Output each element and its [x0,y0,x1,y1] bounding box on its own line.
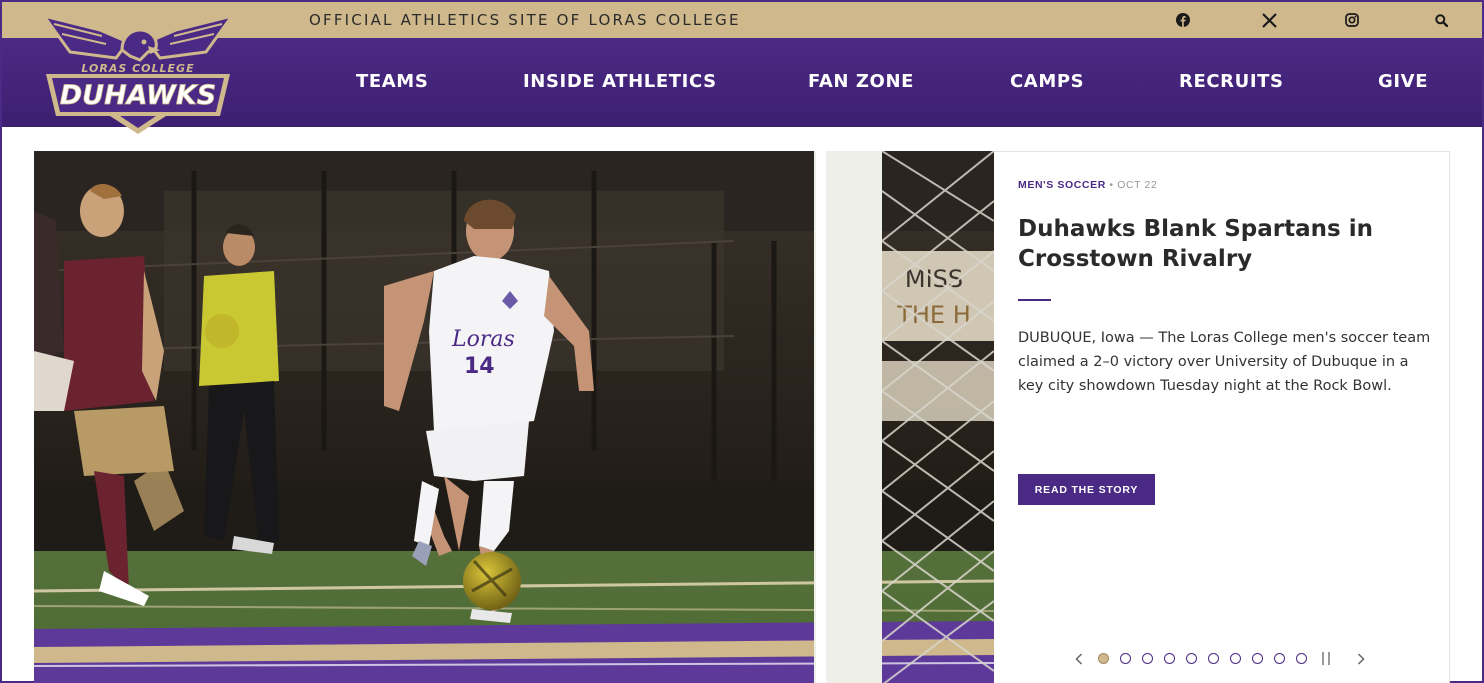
pause-icon[interactable] [1320,652,1332,665]
story-headline[interactable]: Duhawks Blank Spartans in Crosstown Riva… [1018,214,1428,274]
carousel-controls [1072,650,1382,668]
nav-item-inside-athletics[interactable]: INSIDE ATHLETICS [523,71,717,92]
site-tagline: OFFICIAL ATHLETICS SITE OF LORAS COLLEGE [309,11,741,29]
svg-text:THE H: THE H [896,301,971,329]
carousel-dot-1[interactable] [1098,653,1109,664]
instagram-icon[interactable] [1343,11,1361,29]
carousel-dot-6[interactable] [1208,653,1219,664]
facebook-icon[interactable] [1174,11,1192,29]
carousel-dot-9[interactable] [1274,653,1285,664]
search-icon[interactable] [1432,11,1450,29]
carousel-dot-5[interactable] [1186,653,1197,664]
hero-photo[interactable]: MISS THE H Loras 14 [34,151,994,683]
logo-line1: LORAS COLLEGE [81,62,194,75]
story-sport[interactable]: MEN'S SOCCER [1018,179,1106,191]
duhawks-logo[interactable]: LORAS COLLEGE DUHAWKS [40,12,236,136]
logo-line2: DUHAWKS [60,80,217,111]
next-slide-icon[interactable] [1354,650,1368,668]
x-icon[interactable] [1260,11,1278,29]
nav-item-fan-zone[interactable]: FAN ZONE [808,71,914,92]
jersey-number: 14 [464,354,495,379]
carousel-dot-3[interactable] [1142,653,1153,664]
headline-divider [1018,299,1051,301]
carousel-dot-4[interactable] [1164,653,1175,664]
story-summary: DUBUQUE, Iowa — The Loras College men's … [1018,330,1431,394]
carousel-dot-8[interactable] [1252,653,1263,664]
nav-item-give[interactable]: GIVE [1378,71,1428,92]
read-story-button[interactable]: READ THE STORY [1018,474,1155,505]
carousel-dot-2[interactable] [1120,653,1131,664]
jersey-text: Loras [451,327,515,352]
story-meta: MEN'S SOCCER • OCT 22 [1018,179,1157,191]
story-date: OCT 22 [1117,179,1158,191]
carousel-dot-7[interactable] [1230,653,1241,664]
nav-item-recruits[interactable]: RECRUITS [1179,71,1284,92]
previous-slide-icon[interactable] [1072,650,1086,668]
meta-separator: • [1109,179,1114,191]
nav-item-teams[interactable]: TEAMS [356,71,428,92]
nav-item-camps[interactable]: CAMPS [1010,71,1084,92]
carousel-dot-10[interactable] [1296,653,1307,664]
featured-story-panel: MEN'S SOCCER • OCT 22 Duhawks Blank Spar… [994,151,1450,683]
